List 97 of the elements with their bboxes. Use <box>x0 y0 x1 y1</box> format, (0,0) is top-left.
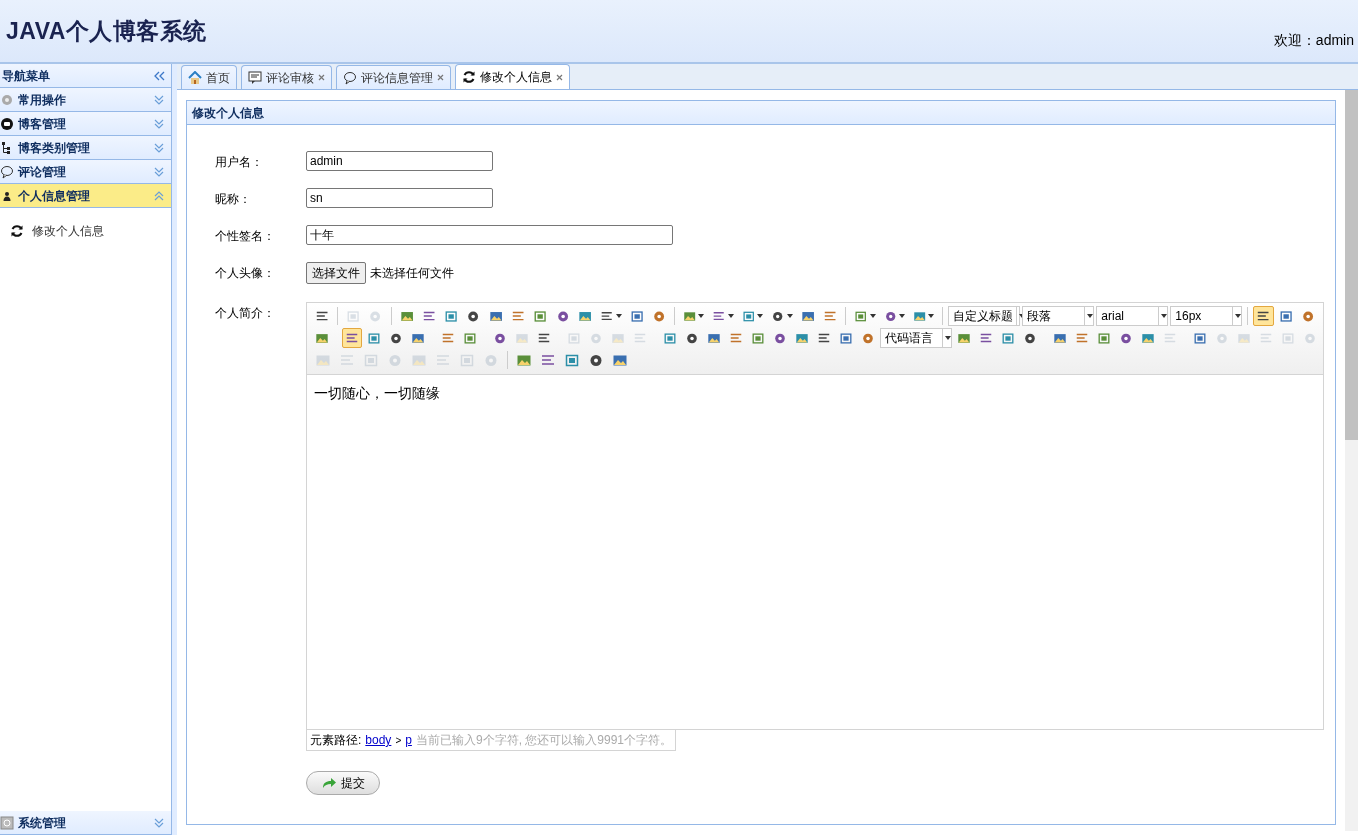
caret-icon <box>899 314 905 318</box>
path-separator: > <box>395 733 402 748</box>
settings-icon <box>0 815 14 830</box>
circle-icon <box>588 352 604 368</box>
square-icon <box>663 330 677 346</box>
lines-icon <box>339 352 355 368</box>
arrow-icon <box>321 777 337 789</box>
square-icon <box>564 352 580 368</box>
text-field[interactable]: admin <box>306 151 493 171</box>
accordion-label: 评论管理 <box>18 163 67 181</box>
site-title: JAVA个人博客系统 <box>6 17 207 46</box>
path-link[interactable]: body <box>365 731 392 749</box>
gear-icon <box>0 92 14 107</box>
tab-label: 首页 <box>206 69 230 87</box>
square-icon <box>1001 330 1015 346</box>
close-icon <box>437 74 444 81</box>
dropdown[interactable]: 自定义标题 <box>948 306 1021 326</box>
circle-icon <box>0 116 14 131</box>
square-icon <box>459 352 475 368</box>
field-label: 昵称： <box>215 191 252 208</box>
square-icon <box>1281 330 1295 346</box>
square-icon <box>1097 330 1111 346</box>
file-button[interactable]: 选择文件 <box>306 262 366 284</box>
path-label: 元素路径: <box>310 732 362 749</box>
accordion-label: 个人信息管理 <box>18 187 91 205</box>
sidebar-title: 导航菜单 <box>2 67 50 85</box>
square-icon <box>367 330 381 346</box>
collapse-icon <box>153 70 165 81</box>
scrollbar[interactable] <box>1345 90 1358 831</box>
caret-icon <box>727 314 734 318</box>
lines-icon <box>435 352 451 368</box>
square-icon <box>533 308 548 324</box>
field-label: 个性签名： <box>215 228 276 245</box>
field-label: 用户名： <box>215 154 264 171</box>
caret-icon <box>869 314 876 318</box>
caret-icon <box>928 314 935 318</box>
square-icon <box>363 352 379 368</box>
dropdown[interactable]: 段落 <box>1022 306 1095 326</box>
close-icon <box>556 73 563 81</box>
square-icon <box>1193 330 1207 346</box>
accordion-header[interactable]: 博客类别管理 <box>0 136 171 160</box>
field-label: 个人简介： <box>215 305 276 322</box>
dropdown[interactable]: 16px <box>1170 306 1243 326</box>
square-icon <box>463 330 477 346</box>
field-label: 个人头像： <box>215 265 276 282</box>
accordion-label: 博客类别管理 <box>18 139 91 157</box>
tab[interactable]: 评论信息管理 <box>336 65 451 89</box>
accordion-label: 博客管理 <box>18 115 67 133</box>
speech-bubble-icon <box>0 164 14 179</box>
accordion-header[interactable]: 博客管理 <box>0 112 171 136</box>
welcome-text: 欢迎：admin <box>1273 31 1354 50</box>
character-count: 当前已输入9个字符, 您还可以输入9991个字符。 <box>415 732 672 749</box>
circle-icon <box>483 352 499 368</box>
path-link[interactable]: p <box>405 731 412 749</box>
text-field[interactable]: 十年 <box>306 225 673 245</box>
close-icon <box>318 74 325 81</box>
caret-icon <box>757 314 764 318</box>
accordion-header[interactable]: 个人信息管理 <box>0 184 171 208</box>
square-icon <box>1278 308 1293 324</box>
comment-icon <box>248 70 262 85</box>
accordion-header[interactable]: 常用操作 <box>0 88 171 112</box>
toolbar-button[interactable] <box>342 328 362 348</box>
accordion-header[interactable]: 评论管理 <box>0 160 171 184</box>
square-icon <box>839 330 853 346</box>
square-icon <box>567 330 581 346</box>
tab-label: 评论审核 <box>266 69 314 87</box>
square-icon <box>751 330 765 346</box>
accordion-header[interactable]: 系统管理 <box>0 811 171 835</box>
home-icon <box>188 70 202 85</box>
speech-bubble-icon <box>343 70 357 85</box>
menu-item[interactable]: 修改个人信息 <box>10 222 171 240</box>
tab[interactable]: 修改个人信息 <box>455 64 570 89</box>
file-status: 未选择任何文件 <box>370 265 454 282</box>
tab[interactable]: 评论审核 <box>241 65 332 89</box>
dropdown[interactable]: 代码语言 <box>880 328 952 348</box>
accordion-label: 常用操作 <box>18 91 67 109</box>
circle-icon <box>387 352 403 368</box>
tab-label: 修改个人信息 <box>480 69 552 86</box>
refresh-icon <box>10 224 24 238</box>
scrollbar-thumb[interactable] <box>1345 90 1358 440</box>
refresh-icon <box>462 70 476 84</box>
square-icon <box>444 308 459 324</box>
text-field[interactable]: sn <box>306 188 493 208</box>
editor-text: 一切随心，一切随缘 <box>314 384 441 403</box>
tab[interactable]: 首页 <box>181 65 237 89</box>
caret-icon <box>786 314 793 318</box>
lines-icon <box>540 352 556 368</box>
square-icon <box>346 308 361 324</box>
panel-title: 修改个人信息 <box>187 101 1335 125</box>
caret-icon <box>615 314 622 318</box>
caret-icon <box>698 314 705 318</box>
accordion-label: 系统管理 <box>18 814 67 832</box>
submit-button[interactable]: 提交 <box>306 771 380 795</box>
toolbar-button[interactable] <box>1253 306 1274 326</box>
square-icon <box>629 308 644 324</box>
tab-label: 评论信息管理 <box>361 69 433 87</box>
dropdown[interactable]: arial <box>1096 306 1169 326</box>
